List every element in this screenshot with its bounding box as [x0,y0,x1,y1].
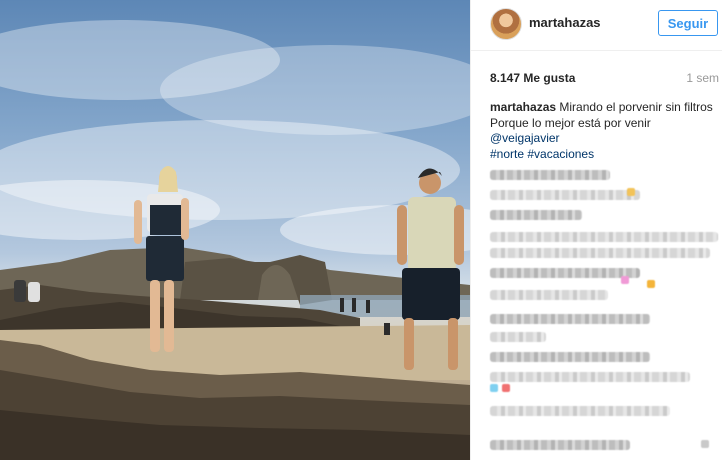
post-photo[interactable] [0,0,470,460]
blurred-comment [490,406,670,416]
blurred-comment [490,248,710,258]
avatar[interactable] [490,8,522,40]
blurred-comment [490,314,650,324]
mention-link[interactable]: @veigajavier [490,131,560,145]
blurred-comment [490,372,690,382]
post-header: martahazas Seguir [471,0,722,51]
hashtag-vacaciones[interactable]: #vacaciones [527,147,594,161]
hashtag-norte[interactable]: #norte [490,147,524,161]
likes-count[interactable]: 8.147 Me gusta [490,71,575,85]
blurred-comment [490,440,630,450]
blurred-comment [490,210,582,220]
username-link[interactable]: martahazas [529,15,601,30]
blurred-comment [490,232,718,242]
follow-button[interactable]: Seguir [658,10,718,36]
caption-text-line2: Porque lo mejor está por venir [490,115,651,130]
caption-username[interactable]: martahazas [490,100,556,114]
emoji-icon [621,276,629,284]
post-sidebar: martahazas Seguir 8.147 Me gusta 1 sem m… [470,0,722,460]
more-icon[interactable] [701,440,709,448]
emoji-icon [647,280,655,288]
post-time[interactable]: 1 sem [686,71,719,85]
caption-text-line1: Mirando el porvenir sin filtros [559,100,713,114]
emoji-icon [502,384,510,392]
post-caption: martahazas Mirando el porvenir sin filtr… [490,100,718,162]
blurred-comment [490,190,640,200]
blurred-comment [490,268,640,278]
emoji-icon [490,384,498,392]
blurred-comment [490,352,650,362]
emoji-icon [627,188,635,196]
beach-photo-scene [0,20,470,460]
blurred-comment [490,170,610,180]
blurred-comment [490,290,608,300]
blurred-comment [490,332,546,342]
